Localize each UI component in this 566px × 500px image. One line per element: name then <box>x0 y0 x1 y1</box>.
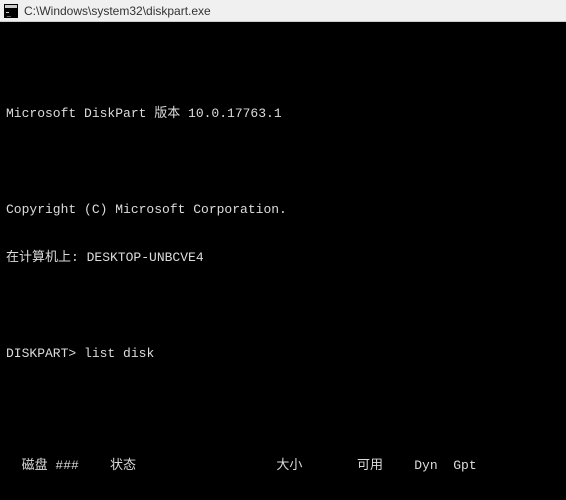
copyright-line: Copyright (C) Microsoft Corporation. <box>6 202 560 218</box>
computer-line: 在计算机上: DESKTOP-UNBCVE4 <box>6 250 560 266</box>
disk-table-header: 磁盘 ### 状态 大小 可用 Dyn Gpt <box>6 458 560 474</box>
console-window: _ C:\Windows\system32\diskpart.exe Micro… <box>0 0 566 500</box>
prompt-list-disk: DISKPART> list disk <box>6 346 560 362</box>
console-output[interactable]: Microsoft DiskPart 版本 10.0.17763.1 Copyr… <box>0 22 566 500</box>
titlebar-path: C:\Windows\system32\diskpart.exe <box>24 3 211 19</box>
svg-text:_: _ <box>6 10 11 17</box>
titlebar[interactable]: _ C:\Windows\system32\diskpart.exe <box>0 0 566 22</box>
app-icon: _ <box>4 4 18 18</box>
version-line: Microsoft DiskPart 版本 10.0.17763.1 <box>6 106 560 122</box>
